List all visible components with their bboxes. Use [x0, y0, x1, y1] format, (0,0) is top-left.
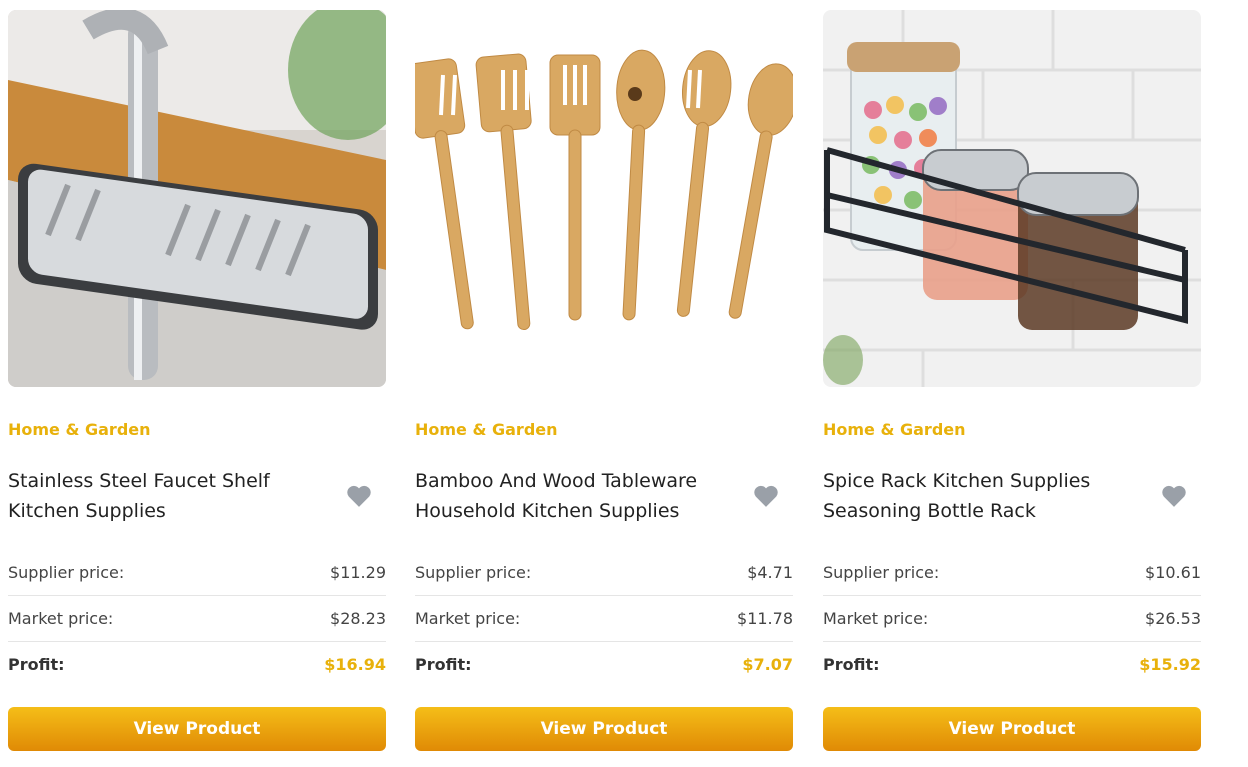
market-price-label: Market price: [415, 609, 521, 628]
supplier-price-label: Supplier price: [415, 563, 532, 582]
view-product-button[interactable]: View Product [823, 707, 1201, 751]
product-category[interactable]: Home & Garden [415, 420, 793, 440]
profit-row: Profit: $15.92 [823, 642, 1201, 687]
product-card: Home & Garden Stainless Steel Faucet She… [8, 10, 386, 751]
price-table: Supplier price: $11.29 Market price: $28… [8, 550, 386, 687]
supplier-price-row: Supplier price: $4.71 [415, 550, 793, 596]
product-card: Home & Garden Spice Rack Kitchen Supplie… [823, 10, 1201, 751]
view-product-button[interactable]: View Product [8, 707, 386, 751]
supplier-price-row: Supplier price: $11.29 [8, 550, 386, 596]
title-row: Stainless Steel Faucet Shelf Kitchen Sup… [8, 464, 386, 528]
market-price-value: $11.78 [737, 609, 793, 628]
supplier-price-label: Supplier price: [8, 563, 125, 582]
product-category[interactable]: Home & Garden [8, 420, 386, 440]
supplier-price-value: $10.61 [1145, 563, 1201, 582]
profit-value: $15.92 [1139, 655, 1201, 674]
title-row: Bamboo And Wood Tableware Household Kitc… [415, 464, 793, 528]
profit-label: Profit: [8, 655, 65, 674]
profit-value: $16.94 [324, 655, 386, 674]
heart-icon[interactable] [346, 484, 372, 508]
supplier-price-value: $11.29 [330, 563, 386, 582]
market-price-label: Market price: [8, 609, 114, 628]
product-title[interactable]: Stainless Steel Faucet Shelf Kitchen Sup… [8, 466, 308, 526]
profit-label: Profit: [823, 655, 880, 674]
market-price-row: Market price: $26.53 [823, 596, 1201, 642]
profit-label: Profit: [415, 655, 472, 674]
product-image[interactable] [8, 10, 386, 387]
product-title[interactable]: Spice Rack Kitchen Supplies Seasoning Bo… [823, 466, 1123, 526]
view-product-button[interactable]: View Product [415, 707, 793, 751]
profit-row: Profit: $16.94 [8, 642, 386, 687]
title-row: Spice Rack Kitchen Supplies Seasoning Bo… [823, 464, 1201, 528]
profit-row: Profit: $7.07 [415, 642, 793, 687]
product-category[interactable]: Home & Garden [823, 420, 1201, 440]
heart-icon[interactable] [1161, 484, 1187, 508]
market-price-row: Market price: $11.78 [415, 596, 793, 642]
product-image[interactable] [823, 10, 1201, 387]
supplier-price-row: Supplier price: $10.61 [823, 550, 1201, 596]
heart-icon[interactable] [753, 484, 779, 508]
supplier-price-value: $4.71 [747, 563, 793, 582]
market-price-value: $26.53 [1145, 609, 1201, 628]
supplier-price-label: Supplier price: [823, 563, 940, 582]
market-price-label: Market price: [823, 609, 929, 628]
profit-value: $7.07 [742, 655, 793, 674]
price-table: Supplier price: $4.71 Market price: $11.… [415, 550, 793, 687]
market-price-row: Market price: $28.23 [8, 596, 386, 642]
product-card: Home & Garden Bamboo And Wood Tableware … [415, 10, 793, 751]
product-image[interactable] [415, 10, 793, 387]
product-title[interactable]: Bamboo And Wood Tableware Household Kitc… [415, 466, 715, 526]
market-price-value: $28.23 [330, 609, 386, 628]
product-grid: Home & Garden Stainless Steel Faucet She… [0, 0, 1248, 767]
price-table: Supplier price: $10.61 Market price: $26… [823, 550, 1201, 687]
